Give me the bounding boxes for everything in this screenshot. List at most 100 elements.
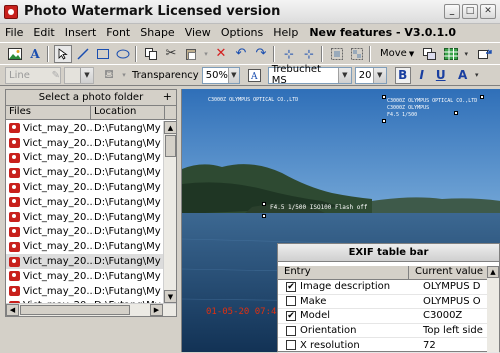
file-row[interactable]: Vict_may_20...D:\Futang\My: [6, 254, 164, 269]
file-row[interactable]: Vict_may_20...D:\Futang\My: [6, 239, 164, 254]
font-size-select[interactable]: 20 ▼: [354, 66, 387, 84]
insert-text-icon[interactable]: A: [26, 45, 44, 63]
exif-row[interactable]: X resolution 72: [278, 338, 499, 353]
menu-shape[interactable]: Shape: [135, 26, 179, 39]
fill-dropdown-icon[interactable]: ▾: [120, 66, 128, 84]
align-center-icon[interactable]: ⊹: [280, 45, 298, 63]
layers-icon[interactable]: [420, 45, 438, 63]
font-size-value: 20: [358, 69, 372, 81]
bold-button[interactable]: B: [394, 66, 411, 84]
exif-row[interactable]: Make OLYMPUS O: [278, 295, 499, 310]
watermark-top-left[interactable]: C3000Z OLYMPUS OPTICAL CO.,LTD: [208, 97, 298, 103]
file-row[interactable]: Vict_may_20...D:\Futang\My: [6, 180, 164, 195]
file-row[interactable]: Vict_may_20...D:\Futang\My: [6, 269, 164, 284]
file-row[interactable]: Vict_may_20...D:\Futang\My: [6, 210, 164, 225]
selection-handle[interactable]: [382, 95, 386, 99]
selection-handle[interactable]: [382, 119, 386, 123]
exif-row[interactable]: ✔ Image description OLYMPUS D: [278, 280, 499, 295]
exif-checkbox[interactable]: [286, 325, 296, 336]
font-color-button[interactable]: A: [455, 67, 471, 84]
paste-dropdown-icon[interactable]: ▾: [202, 45, 210, 63]
selection-handle[interactable]: [454, 111, 458, 115]
column-current-value[interactable]: Current value: [409, 266, 489, 279]
column-entry[interactable]: Entry: [278, 266, 409, 279]
selection-handle[interactable]: [262, 214, 266, 218]
watermark-exposure-text[interactable]: F4.5 1/500 ISO100 Flash off: [270, 204, 368, 211]
menu-font[interactable]: Font: [101, 26, 135, 39]
file-name: Vict_may_20...: [23, 137, 94, 149]
font-family-select[interactable]: Trebuchet MS ▼: [267, 64, 352, 86]
fill-bucket-icon[interactable]: ⛾: [100, 66, 118, 84]
grid-table-icon[interactable]: [442, 45, 460, 63]
scroll-thumb[interactable]: [20, 305, 130, 315]
scroll-up-icon[interactable]: ▲: [164, 121, 177, 134]
file-row[interactable]: Vict_may_20...D:\Futang\My: [6, 195, 164, 210]
grid-dropdown-icon[interactable]: ▾: [462, 45, 470, 63]
exif-checkbox[interactable]: [286, 340, 296, 351]
font-color-dropdown-icon[interactable]: ▾: [473, 66, 481, 84]
menu-help[interactable]: Help: [268, 26, 303, 39]
transparency-select[interactable]: 50% ▼: [201, 66, 240, 84]
file-name: Vict_may_20...: [23, 256, 94, 268]
exif-vertical-scrollbar[interactable]: ▲: [487, 266, 499, 352]
export-icon[interactable]: [476, 45, 494, 63]
italic-button[interactable]: I: [414, 67, 430, 84]
menu-insert[interactable]: Insert: [60, 26, 102, 39]
scroll-up-icon[interactable]: ▲: [487, 266, 499, 278]
watermark-date-stamp[interactable]: 01-05-20 07:44: [206, 307, 282, 317]
group-icon[interactable]: [328, 45, 346, 63]
exif-checkbox[interactable]: [286, 296, 296, 307]
line-tool-icon[interactable]: [74, 45, 92, 63]
copy-icon[interactable]: [142, 45, 160, 63]
paste-icon[interactable]: [182, 45, 200, 63]
selection-handle[interactable]: [262, 202, 266, 206]
maximize-button[interactable]: □: [462, 4, 478, 19]
selection-handle[interactable]: [480, 95, 484, 99]
minimize-button[interactable]: _: [444, 4, 460, 19]
scroll-down-icon[interactable]: ▼: [164, 290, 177, 303]
line-style-select[interactable]: Line ✎: [5, 66, 61, 84]
insert-image-icon[interactable]: [6, 45, 24, 63]
font-dialog-icon[interactable]: A: [246, 66, 264, 84]
file-row[interactable]: Vict_may_20...D:\Futang\My: [6, 121, 164, 136]
menu-view[interactable]: View: [180, 26, 216, 39]
exif-row[interactable]: ✔ Model C3000Z: [278, 309, 499, 324]
scroll-thumb[interactable]: [165, 135, 176, 157]
scroll-left-icon[interactable]: ◀: [6, 304, 19, 316]
ellipse-tool-icon[interactable]: [114, 45, 132, 63]
file-row[interactable]: Vict_may_20...D:\Futang\My: [6, 136, 164, 151]
file-row[interactable]: Vict_may_20...D:\Futang\My: [6, 165, 164, 180]
exif-checkbox[interactable]: ✔: [286, 281, 296, 292]
file-row[interactable]: Vict_may_20...D:\Futang\My: [6, 151, 164, 166]
undo-icon[interactable]: ↶: [232, 45, 250, 63]
file-location: D:\Futang\My: [94, 256, 161, 268]
menu-file[interactable]: File: [0, 26, 28, 39]
select-folder-header[interactable]: Select a photo folder +: [6, 90, 176, 106]
select-arrow-icon[interactable]: [54, 44, 72, 63]
file-list: Vict_may_20... D:\Futang\My Vict_may_20...…: [6, 121, 164, 317]
menu-options[interactable]: Options: [216, 26, 268, 39]
move-dropdown[interactable]: Move ▼: [380, 48, 414, 59]
file-list-vertical-scrollbar[interactable]: ▲ ▼: [163, 121, 177, 303]
watermark-top-right[interactable]: C3000Z OLYMPUS OPTICAL CO.,LTD C3000Z OL…: [387, 98, 477, 119]
underline-button[interactable]: U: [433, 67, 449, 84]
exif-checkbox[interactable]: ✔: [286, 310, 296, 321]
close-button[interactable]: ✕: [480, 4, 496, 19]
file-list-horizontal-scrollbar[interactable]: ◀ ▶: [6, 303, 176, 316]
new-features-link[interactable]: New features - V3.0.1.0: [309, 26, 456, 39]
delete-icon[interactable]: ✕: [212, 45, 230, 63]
file-row[interactable]: Vict_may_20...D:\Futang\My: [6, 225, 164, 240]
scroll-right-icon[interactable]: ▶: [150, 304, 163, 316]
ungroup-icon[interactable]: [348, 45, 366, 63]
rectangle-tool-icon[interactable]: [94, 45, 112, 63]
column-files[interactable]: Files: [6, 106, 91, 119]
column-location[interactable]: Location: [91, 106, 165, 119]
add-folder-icon[interactable]: +: [163, 90, 172, 103]
line-width-select[interactable]: ▼: [64, 66, 94, 84]
cut-icon[interactable]: ✂: [162, 45, 180, 63]
menu-edit[interactable]: Edit: [28, 26, 59, 39]
redo-icon[interactable]: ↷: [252, 45, 270, 63]
align-middle-icon[interactable]: ⊹: [300, 45, 318, 63]
exif-row[interactable]: Orientation Top left side: [278, 324, 499, 339]
file-row[interactable]: Vict_may_20...D:\Futang\My: [6, 284, 164, 299]
